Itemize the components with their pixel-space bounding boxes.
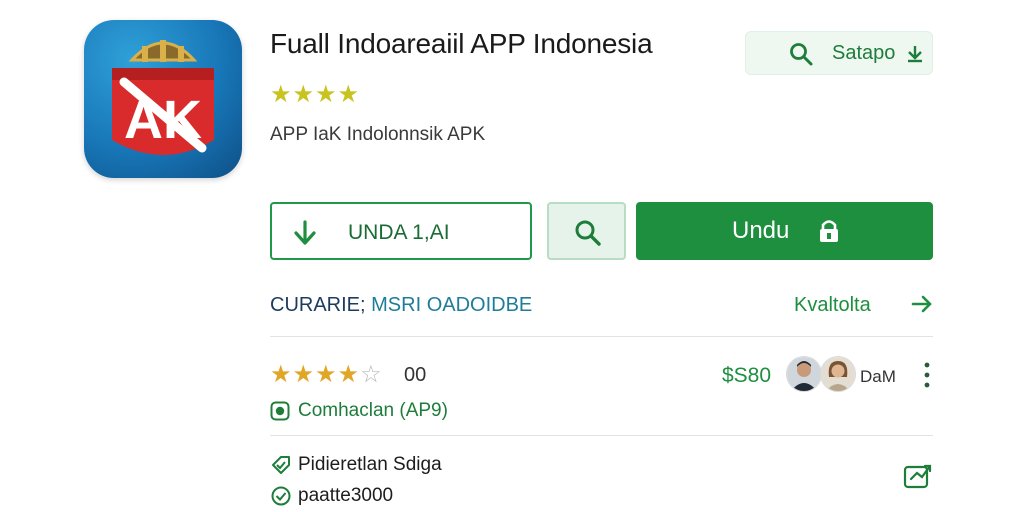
app-icon: AK (84, 20, 242, 178)
avatar[interactable] (820, 356, 856, 392)
down-arrow-icon (294, 220, 316, 245)
category-part1: CURARIE; (270, 294, 366, 316)
shield-check-icon (270, 401, 290, 421)
more-options-icon[interactable] (920, 360, 934, 390)
share-icon[interactable] (903, 462, 933, 490)
search-icon (575, 220, 601, 246)
app-logo-icon: AK (112, 40, 214, 155)
search-icon (790, 43, 813, 66)
search-button[interactable] (547, 202, 626, 260)
more-link[interactable]: Kvaltolta (794, 294, 871, 317)
divider (270, 336, 933, 337)
download-arrow-icon (908, 46, 922, 63)
install-label: Undu (732, 217, 790, 244)
compatibility-label: Comhaclan (AP9) (298, 400, 448, 421)
category-part2: MSRI OADOIDBE (365, 294, 533, 316)
avatar[interactable] (786, 356, 822, 392)
search-chip[interactable]: Satapo (745, 31, 933, 75)
detail-label: Pidieretlan Sdiga (298, 454, 442, 475)
stars-empty: ☆ (360, 361, 383, 388)
rating-stars-row: ★★★★☆ (270, 360, 383, 389)
category-label: CURARIE; MSRI OADOIDBE (270, 294, 532, 317)
download-version-button[interactable]: UNDA 1,AI (270, 202, 532, 260)
app-subtitle: APP IaK Indolonnsik APK (270, 124, 486, 145)
tag-check-icon (272, 456, 290, 474)
divider (270, 435, 933, 436)
price: $S80 (722, 364, 772, 387)
install-button[interactable]: Undu (636, 202, 933, 260)
arrow-right-icon[interactable] (910, 292, 934, 316)
stars-full: ★★★★ (270, 361, 361, 388)
lock-icon (820, 220, 838, 242)
rating-stars: ★★★★ (270, 81, 361, 108)
rating-count: 00 (404, 364, 427, 386)
check-circle-icon (271, 486, 291, 506)
app-title: Fuall Indoareaiil APP Indonesia (270, 28, 653, 59)
search-chip-label: Satapo (832, 42, 896, 64)
download-version-label: UNDA 1,AI (348, 221, 450, 244)
developer-name[interactable]: DaM (860, 367, 896, 387)
detail-label: paatte3000 (298, 485, 394, 506)
